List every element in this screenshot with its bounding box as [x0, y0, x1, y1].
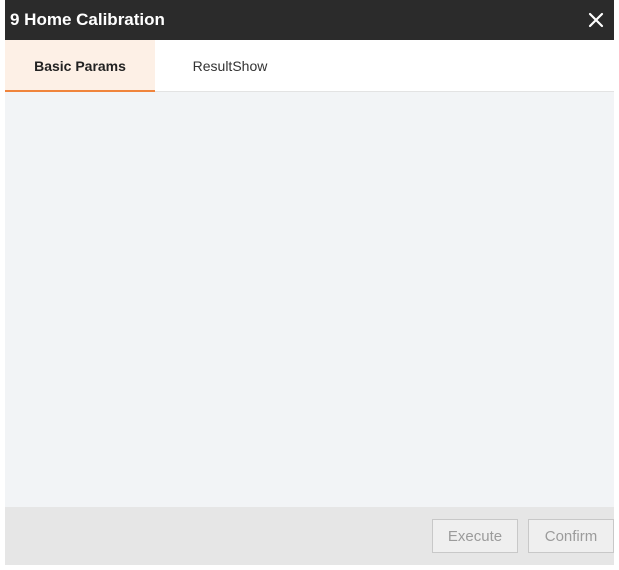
tab-basic-params[interactable]: Basic Params: [5, 40, 155, 92]
tab-result-show[interactable]: ResultShow: [155, 40, 305, 91]
close-button[interactable]: [586, 10, 606, 30]
tab-bar: Basic Params ResultShow: [5, 40, 614, 92]
confirm-button[interactable]: Confirm: [528, 519, 614, 553]
tab-content-panel: [5, 92, 614, 507]
execute-button[interactable]: Execute: [432, 519, 518, 553]
calibration-dialog: 9 Home Calibration Basic Params ResultSh…: [5, 0, 614, 570]
dialog-footer: Execute Confirm: [5, 507, 614, 565]
close-icon: [588, 12, 604, 28]
dialog-title: 9 Home Calibration: [10, 10, 165, 29]
title-bar: 9 Home Calibration: [5, 0, 614, 40]
